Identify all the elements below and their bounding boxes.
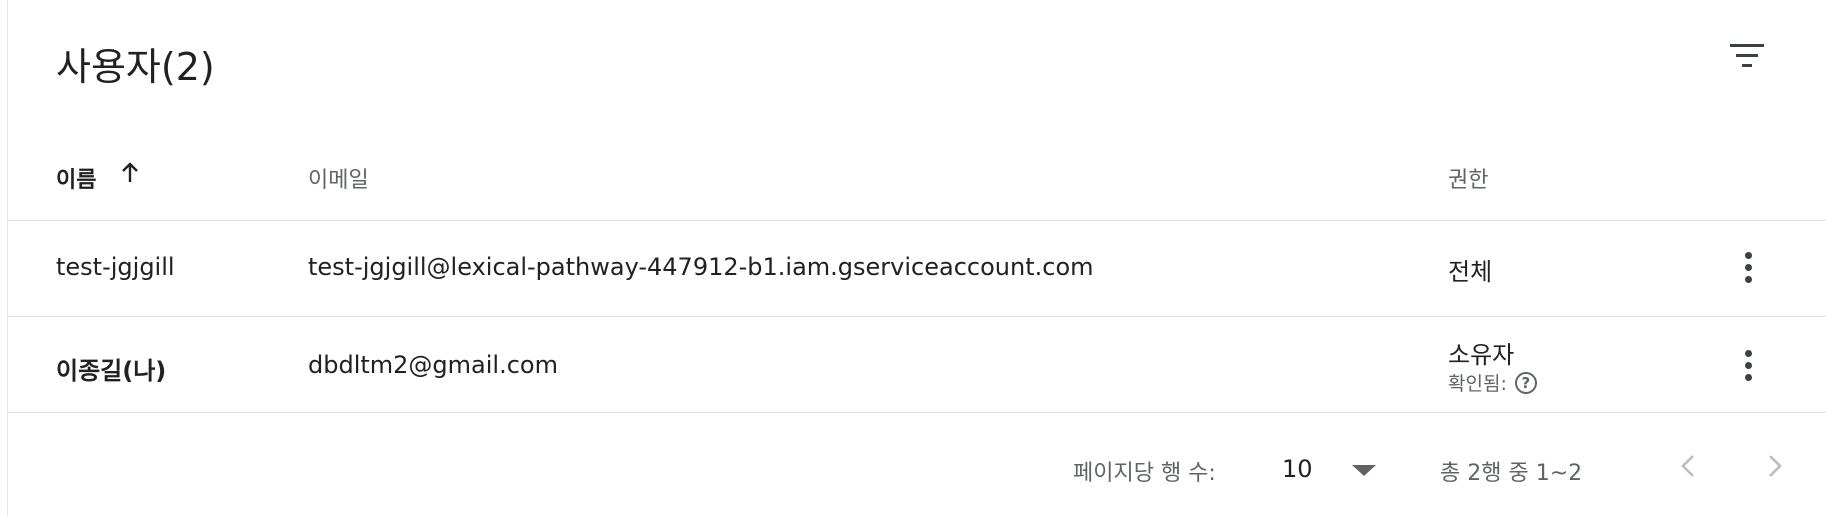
chevron-right-icon (1769, 455, 1782, 477)
role-status: 확인됨: ? (1448, 369, 1537, 396)
user-email: dbdltm2@gmail.com (308, 351, 558, 379)
table-row: 이종길(나) dbdltm2@gmail.com 소유자 확인됨: ? (8, 317, 1826, 413)
chevron-left-icon (1681, 455, 1694, 477)
user-name: test-jgjgill (56, 253, 175, 281)
more-actions-button[interactable] (1722, 339, 1774, 391)
column-header-role[interactable]: 권한 (1448, 162, 1488, 194)
previous-page-button[interactable] (1663, 441, 1713, 491)
page-title: 사용자(2) (56, 45, 215, 89)
column-header-name[interactable]: 이름 (56, 162, 96, 194)
more-actions-button[interactable] (1722, 241, 1774, 293)
user-name: 이종길(나) (56, 357, 167, 385)
filter-list-icon (1730, 44, 1764, 67)
user-role: 소유자 (1448, 341, 1515, 369)
user-email: test-jgjgill@lexical-pathway-447912-b1.i… (308, 253, 1094, 281)
next-page-button[interactable] (1750, 441, 1800, 491)
rows-per-page-select[interactable]: 10 (1278, 443, 1388, 491)
page-range-text: 총 2행 중 1~2 (1440, 461, 1583, 486)
column-header-email[interactable]: 이메일 (308, 162, 369, 194)
arrow-up-icon[interactable] (120, 162, 140, 188)
user-role: 전체 (1448, 258, 1493, 286)
more-vert-icon (1744, 349, 1752, 381)
users-card: 사용자(2) 이름 이메일 권한 test-jgjgill test-jgjgi… (7, 0, 1826, 516)
card-header: 사용자(2) (8, 0, 1826, 120)
rows-per-page-label: 페이지당 행 수: (1073, 461, 1216, 486)
dropdown-caret-icon (1352, 465, 1376, 476)
table-row: test-jgjgill test-jgjgill@lexical-pathwa… (8, 221, 1826, 317)
pagination-footer: 페이지당 행 수: 10 총 2행 중 1~2 (8, 413, 1826, 516)
filter-button[interactable] (1721, 30, 1773, 82)
more-vert-icon (1744, 251, 1752, 283)
rows-per-page-value: 10 (1282, 455, 1313, 483)
help-icon[interactable]: ? (1514, 371, 1537, 394)
table-header: 이름 이메일 권한 (8, 120, 1826, 221)
role-status-label: 확인됨: (1448, 373, 1507, 395)
